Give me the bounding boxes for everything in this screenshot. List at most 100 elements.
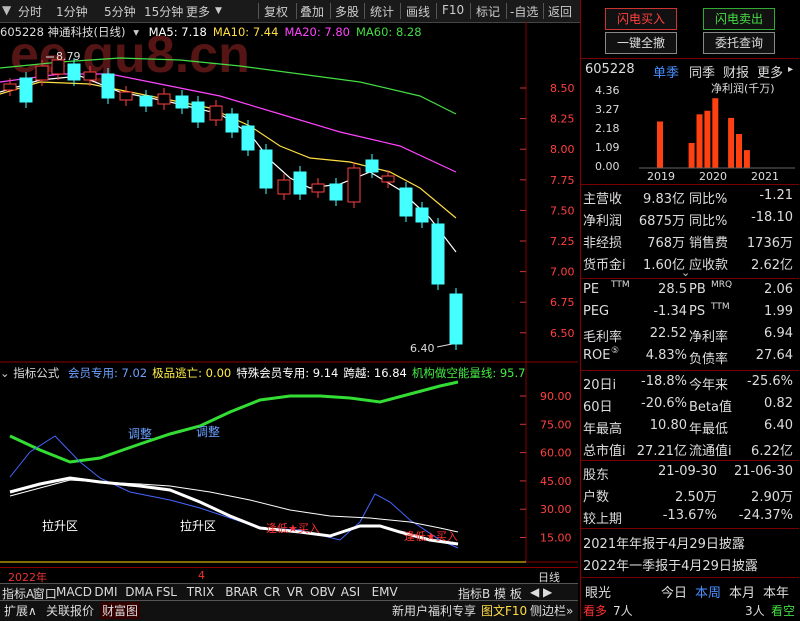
panel-cell: -13.67% (662, 508, 717, 523)
ind-annotation-adjust-2: 调整 (196, 424, 220, 439)
panel-cell: 27.21亿 (636, 444, 687, 459)
eye-month[interactable]: 本月 (729, 582, 755, 601)
eye-year[interactable]: 本年 (763, 582, 789, 601)
indicator-tab[interactable]: BRAR (225, 585, 258, 599)
tab-intraday[interactable]: 分时 (18, 3, 42, 20)
more-chevron-icon[interactable]: ▼ (215, 6, 222, 16)
notice-annual[interactable]: 2021年年报于4月29日披露 (583, 533, 745, 552)
panel-cell: MRQ (711, 280, 733, 290)
dropdown-icon[interactable]: ▾ (133, 25, 139, 39)
ind-annotation-buy-2: 逢低★买入 (404, 530, 458, 543)
candle-body (225, 113, 239, 133)
np-bar (696, 114, 703, 168)
notice-q1[interactable]: 2022年一季报于4月29日披露 (583, 555, 758, 574)
btn-back[interactable]: 返回 (548, 3, 572, 20)
btn-stats[interactable]: 统计 (370, 3, 394, 20)
related-quotes-tab[interactable]: 关联报价 (46, 602, 94, 619)
np-xtick: 2020 (699, 170, 727, 183)
tab-scroll-arrows-icon[interactable]: ◀ ▶ (530, 585, 552, 599)
x-axis: 2022年 4 日线 (0, 567, 578, 584)
cancel-all-button[interactable]: 一键全撤 (605, 32, 677, 54)
btn-draw[interactable]: 画线 (406, 3, 430, 20)
indicator-value: 跨越: 16.84 (343, 366, 407, 380)
indicator-tab[interactable]: FSL (156, 585, 177, 599)
net-profit-chart: 净利润(千万) 4.36 3.27 2.18 1.09 0.00 2019 2020 202… (595, 81, 795, 183)
bear-count: 3人 (745, 604, 765, 618)
panel-cell: 28.5 (658, 282, 687, 297)
candle-body (19, 77, 33, 103)
menu-arrow-icon[interactable]: ▼ (2, 3, 11, 17)
wealth-chart-tab[interactable]: 财富图 (100, 602, 141, 619)
candle-body (191, 101, 205, 123)
indicator-tab[interactable]: CR (264, 585, 281, 599)
btn-watchlist[interactable]: -自选 (510, 3, 538, 20)
tab-5min[interactable]: 5分钟 (104, 3, 136, 20)
tab-15min[interactable]: 15分钟 (144, 3, 183, 20)
sidebar-toggle[interactable]: 侧边栏» (530, 602, 573, 619)
promo-link[interactable]: 新用户福利专享 (392, 602, 476, 619)
candle-body (277, 179, 291, 195)
ind-annotation-buy-1: 逢低★买入 (266, 522, 320, 535)
tab-same-quarter[interactable]: 同季 (689, 62, 715, 81)
ma-label: MA5: 7.18 (148, 25, 207, 39)
np-ytick: 2.18 (595, 122, 620, 135)
flash-buy-button[interactable]: 闪电买入 (605, 8, 677, 30)
panel-row: 60日 -20.6% Beta值 0.82 (581, 394, 799, 415)
candle-body (175, 95, 189, 109)
candle-body (259, 149, 273, 189)
panel-cell: 1.99 (764, 304, 793, 319)
panel-cell: 6.40 (764, 418, 793, 433)
indicator-tick: 75.00 (540, 418, 572, 431)
tab-more[interactable]: 更多 (186, 3, 210, 20)
panel-row: PEG -1.34 PS TTM 1.99 (581, 302, 799, 323)
tab-fin-more[interactable]: 更多 (757, 62, 783, 81)
np-bar (704, 110, 711, 168)
tab-quarter[interactable]: 单季 (653, 62, 679, 81)
indicator-tab[interactable]: ASI (341, 585, 360, 599)
bull-count: 7人 (613, 604, 633, 618)
indicator-tab[interactable]: DMA (125, 585, 153, 599)
panel-row: ROE ⑤ 4.83% 负债率 27.64 (581, 346, 799, 367)
np-bar (712, 98, 719, 168)
btn-mark[interactable]: 标记 (476, 3, 500, 20)
indicator-menu-icon[interactable]: ⌄ (0, 366, 10, 380)
tab-report[interactable]: 财报 (723, 62, 749, 81)
ma-label: MA60: 8.28 (356, 25, 422, 39)
indicator-tab[interactable]: OBV (310, 585, 336, 599)
panel-row: 股东 21-09-30 21-06-30 (581, 462, 799, 483)
ind-annotation-rise-1: 拉升区 (42, 518, 78, 533)
expand-button[interactable]: 扩展∧ (4, 602, 37, 619)
panel-cell: 4.83% (645, 348, 687, 363)
flash-sell-button[interactable]: 闪电卖出 (703, 8, 775, 30)
btn-f10[interactable]: F10 (442, 3, 464, 17)
btn-adjust[interactable]: 复权 (264, 3, 288, 20)
x-axis-month: 4 (198, 569, 205, 582)
tab-1min[interactable]: 1分钟 (56, 3, 88, 20)
panel-cell: 非经损 (583, 236, 623, 251)
panel-cell: 销售费 (689, 236, 729, 251)
panel-cell: 毛利率 (583, 330, 623, 345)
indicator-title[interactable]: 指标公式 (13, 366, 59, 380)
candle-body (329, 183, 343, 201)
btn-overlay[interactable]: 叠加 (300, 3, 324, 20)
btn-multi[interactable]: 多股 (335, 3, 359, 20)
np-xtick: 2021 (751, 170, 779, 183)
indicator-tab[interactable]: TRIX (187, 585, 214, 599)
indicator-tab[interactable]: EMV (372, 585, 398, 599)
eye-today[interactable]: 今日 (661, 582, 687, 601)
bottom-bar: 扩展∧ 关联报价 财富图 新用户福利专享 图文F10 侧边栏» (0, 600, 578, 621)
indicator-tab[interactable]: DMI (94, 585, 117, 599)
price-tick: 7.00 (550, 266, 575, 279)
ind-annotation-rise-2: 拉升区 (180, 518, 216, 533)
eye-week[interactable]: 本周 (695, 582, 721, 601)
candle-body (311, 183, 325, 193)
order-query-button[interactable]: 委托查询 (703, 32, 775, 54)
fin-more-chevron-icon[interactable]: ▸ (788, 64, 793, 75)
chart-toolbar: ▼ 分时 1分钟 5分钟 15分钟 更多 ▼ 复权 叠加 多股 统计 画线 F1… (0, 0, 580, 23)
ind-annotation-adjust-1: 调整 (128, 426, 152, 441)
indicator-tab[interactable]: MACD (56, 585, 92, 599)
panel-cell: 2.06 (764, 282, 793, 297)
kline-chart[interactable]: ee gu8.cn 8.508.258.007.757.507.257.006.… (0, 22, 580, 620)
indicator-tab[interactable]: VR (287, 585, 304, 599)
f10-graphic-tab[interactable]: 图文F10 (481, 602, 527, 619)
